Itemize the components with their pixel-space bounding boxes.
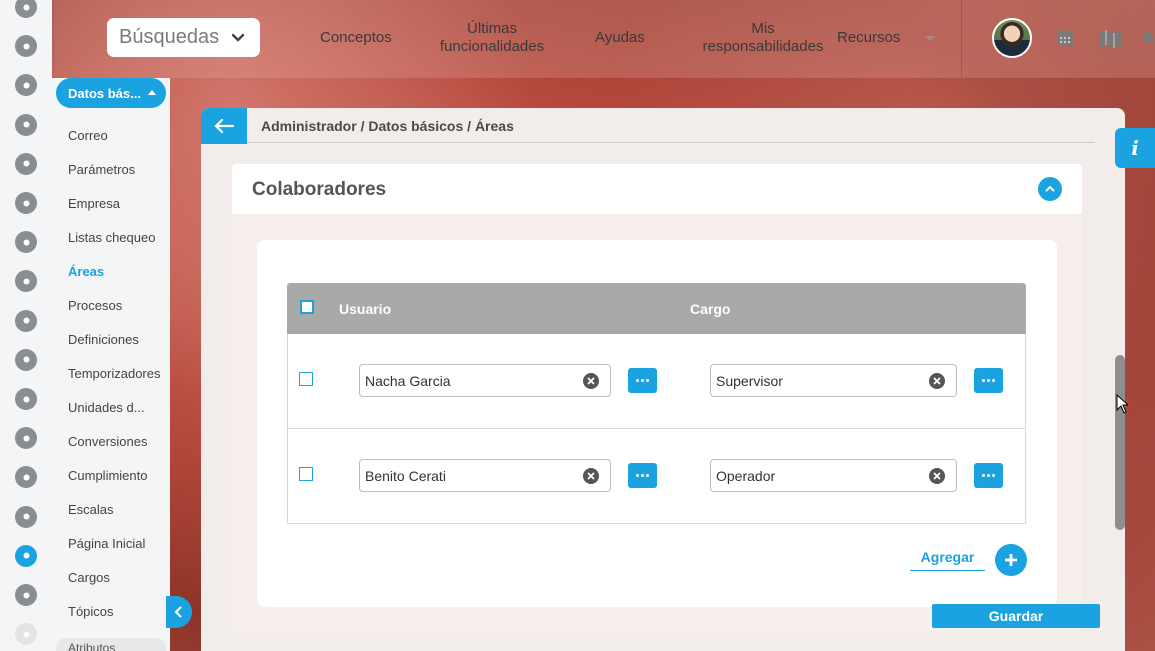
nav-ultimas-funcionalidades[interactable]: Últimas funcionalidades: [436, 20, 548, 56]
gear-icon[interactable]: [12, 542, 40, 570]
warning-icon[interactable]: [12, 228, 40, 256]
search-label: Búsquedas: [119, 26, 220, 48]
sidebar-item-definiciones[interactable]: Definiciones: [68, 332, 139, 347]
table-body: [287, 334, 1026, 524]
alert-icon[interactable]: [12, 581, 40, 609]
calendar-icon[interactable]: [12, 424, 40, 452]
sidebar-item-atributos[interactable]: Atributos: [56, 638, 166, 651]
sidebar-item-listas-chequeo[interactable]: Listas chequeo: [68, 230, 155, 245]
sidebar-item-conversiones[interactable]: Conversiones: [68, 434, 148, 449]
cargo-value: Operador: [716, 467, 776, 484]
plus-icon: [1005, 554, 1017, 566]
breadcrumb: Administrador / Datos básicos / Áreas: [261, 118, 514, 134]
sidebar-section-toggle[interactable]: Datos bás...: [56, 78, 166, 108]
clear-icon[interactable]: [583, 468, 599, 484]
sidebar-item-unidades[interactable]: Unidades d...: [68, 400, 145, 415]
sidebar-item-pagina-inicial[interactable]: Página Inicial: [68, 536, 145, 551]
menu-icon[interactable]: [12, 32, 40, 60]
usuario-field[interactable]: Benito Cerati: [359, 459, 611, 492]
caret-up-icon: [148, 90, 156, 95]
calendar-icon[interactable]: [1055, 28, 1075, 48]
save-button[interactable]: Guardar: [932, 604, 1100, 628]
sidebar-item-parametros[interactable]: Parámetros: [68, 162, 135, 177]
add-link[interactable]: Agregar: [910, 549, 985, 571]
usuario-field[interactable]: Nacha Garcia: [359, 364, 611, 397]
sidebar-item-escalas[interactable]: Escalas: [68, 502, 114, 517]
sidebar-submenu: Datos bás... Correo Parámetros Empresa L…: [52, 78, 170, 651]
usuario-value: Nacha Garcia: [365, 372, 451, 389]
cargo-options-button[interactable]: [974, 368, 1003, 393]
nav-recursos[interactable]: Recursos: [837, 29, 900, 47]
column-header-usuario: Usuario: [339, 301, 392, 317]
sidebar-item-procesos[interactable]: Procesos: [68, 298, 122, 313]
cargo-options-button[interactable]: [974, 463, 1003, 488]
sidebar-item-correo[interactable]: Correo: [68, 128, 108, 143]
clock-icon[interactable]: [12, 346, 40, 374]
cycle-icon[interactable]: [12, 150, 40, 178]
scrollbar-thumb[interactable]: [1115, 355, 1125, 530]
bell-icon[interactable]: [1142, 28, 1155, 48]
nav-divider: [961, 0, 962, 78]
clear-icon[interactable]: [583, 373, 599, 389]
row-divider: [287, 428, 1026, 429]
sidebar-item-topicos[interactable]: Tópicos: [68, 604, 114, 619]
nav-ayudas[interactable]: Ayudas: [595, 29, 645, 47]
divider: [247, 142, 1095, 143]
check-icon[interactable]: [12, 189, 40, 217]
sidebar-item-cumplimiento[interactable]: Cumplimiento: [68, 468, 147, 483]
select-all-checkbox[interactable]: [300, 300, 314, 314]
sidebar-item-cargos[interactable]: Cargos: [68, 570, 110, 585]
table-header: [287, 283, 1026, 334]
info-button[interactable]: i: [1115, 128, 1155, 168]
chevron-up-icon: [1045, 185, 1055, 192]
nav-conceptos[interactable]: Conceptos: [320, 29, 392, 47]
collapse-section-button[interactable]: [1038, 177, 1062, 201]
monitor-icon[interactable]: [12, 307, 40, 335]
row-checkbox[interactable]: [299, 372, 313, 386]
cloud-icon[interactable]: [12, 385, 40, 413]
usuario-options-button[interactable]: [628, 463, 657, 488]
row-checkbox[interactable]: [299, 467, 313, 481]
section-title: Colaboradores: [252, 179, 387, 200]
chevron-left-icon: [174, 606, 182, 618]
sidebar-item-areas[interactable]: Áreas: [68, 264, 104, 279]
document-icon[interactable]: [12, 111, 40, 139]
usuario-options-button[interactable]: [628, 368, 657, 393]
add-button[interactable]: [995, 544, 1027, 576]
sidebar-item-temporizadores[interactable]: Temporizadores: [68, 366, 161, 381]
chevron-down-icon: [231, 33, 245, 42]
avatar[interactable]: [992, 18, 1032, 58]
search-dropdown[interactable]: Búsquedas: [107, 18, 260, 57]
cargo-field[interactable]: Supervisor: [710, 364, 957, 397]
map-icon[interactable]: [1098, 28, 1122, 48]
sidebar-section-label: Datos bás...: [68, 85, 141, 101]
arrow-left-icon: [214, 118, 235, 134]
blank-icon[interactable]: [12, 620, 40, 648]
nav-mis-responsabilidades[interactable]: Mis responsabilidades: [697, 20, 829, 56]
column-header-cargo: Cargo: [690, 301, 731, 317]
clear-icon[interactable]: [929, 468, 945, 484]
usuario-value: Benito Cerati: [365, 467, 446, 484]
list-icon[interactable]: [12, 503, 40, 531]
caret-down-icon[interactable]: [924, 35, 936, 43]
cargo-value: Supervisor: [716, 372, 783, 389]
cursor-icon: [1116, 394, 1128, 414]
clear-icon[interactable]: [929, 373, 945, 389]
cargo-field[interactable]: Operador: [710, 459, 957, 492]
back-button[interactable]: [201, 108, 247, 144]
sidebar-item-empresa[interactable]: Empresa: [68, 196, 120, 211]
